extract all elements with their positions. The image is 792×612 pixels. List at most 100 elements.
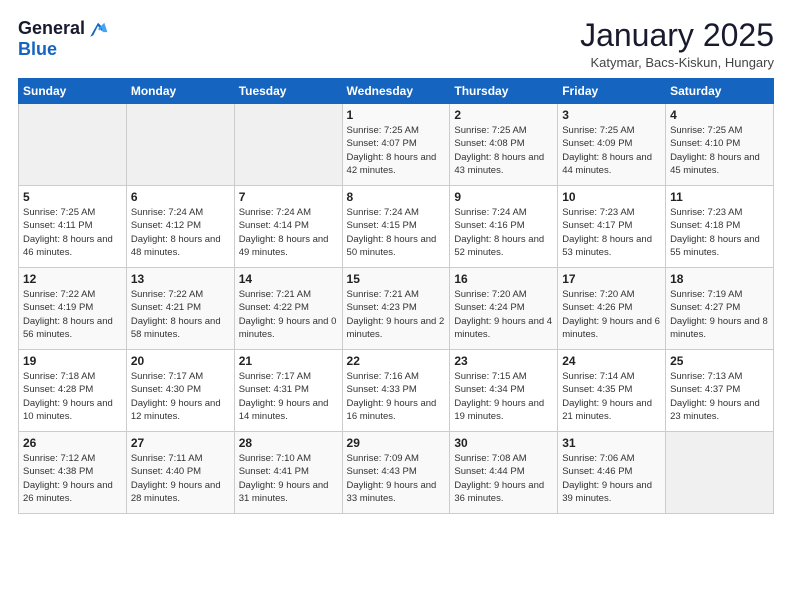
day-number: 7 <box>239 190 338 204</box>
calendar-cell: 29 Sunrise: 7:09 AM Sunset: 4:43 PM Dayli… <box>342 432 450 514</box>
day-number: 12 <box>23 272 122 286</box>
day-info: Sunrise: 7:25 AM Sunset: 4:11 PM Dayligh… <box>23 206 122 259</box>
day-number: 8 <box>347 190 446 204</box>
calendar-cell: 24 Sunrise: 7:14 AM Sunset: 4:35 PM Dayli… <box>558 350 666 432</box>
day-info: Sunrise: 7:25 AM Sunset: 4:09 PM Dayligh… <box>562 124 661 177</box>
day-info: Sunrise: 7:23 AM Sunset: 4:18 PM Dayligh… <box>670 206 769 259</box>
day-number: 14 <box>239 272 338 286</box>
day-number: 5 <box>23 190 122 204</box>
day-number: 20 <box>131 354 230 368</box>
calendar-day-header: Monday <box>126 79 234 104</box>
day-number: 24 <box>562 354 661 368</box>
calendar-cell: 25Sunrise: 7:13 AM Sunset: 4:37 PM Dayli… <box>666 350 774 432</box>
calendar-week-row: 1Sunrise: 7:25 AM Sunset: 4:07 PM Daylig… <box>19 104 774 186</box>
calendar-cell: 3 Sunrise: 7:25 AM Sunset: 4:09 PM Daylig… <box>558 104 666 186</box>
page: General Blue January 2025 Katymar, Bacs-… <box>0 0 792 612</box>
calendar-cell: 19Sunrise: 7:18 AM Sunset: 4:28 PM Dayli… <box>19 350 127 432</box>
day-number: 10 <box>562 190 661 204</box>
day-info: Sunrise: 7:24 AM Sunset: 4:12 PM Dayligh… <box>131 206 230 259</box>
day-info: Sunrise: 7:16 AM Sunset: 4:33 PM Dayligh… <box>347 370 446 423</box>
calendar-cell: 7Sunrise: 7:24 AM Sunset: 4:14 PM Daylig… <box>234 186 342 268</box>
day-number: 4 <box>670 108 769 122</box>
logo: General Blue <box>18 18 109 60</box>
calendar-cell: 14Sunrise: 7:21 AM Sunset: 4:22 PM Dayli… <box>234 268 342 350</box>
calendar-cell: 8Sunrise: 7:24 AM Sunset: 4:15 PM Daylig… <box>342 186 450 268</box>
day-info: Sunrise: 7:23 AM Sunset: 4:17 PM Dayligh… <box>562 206 661 259</box>
calendar-cell: 2 Sunrise: 7:25 AM Sunset: 4:08 PM Daylig… <box>450 104 558 186</box>
day-info: Sunrise: 7:17 AM Sunset: 4:30 PM Dayligh… <box>131 370 230 423</box>
calendar-cell: 15 Sunrise: 7:21 AM Sunset: 4:23 PM Dayli… <box>342 268 450 350</box>
day-info: Sunrise: 7:14 AM Sunset: 4:35 PM Dayligh… <box>562 370 661 423</box>
day-info: Sunrise: 7:25 AM Sunset: 4:10 PM Dayligh… <box>670 124 769 177</box>
month-title: January 2025 <box>580 18 774 53</box>
calendar-week-row: 26 Sunrise: 7:12 AM Sunset: 4:38 PM Dayli… <box>19 432 774 514</box>
day-number: 28 <box>239 436 338 450</box>
calendar-day-header: Sunday <box>19 79 127 104</box>
day-number: 16 <box>454 272 553 286</box>
day-info: Sunrise: 7:19 AM Sunset: 4:27 PM Dayligh… <box>670 288 769 341</box>
day-info: Sunrise: 7:08 AM Sunset: 4:44 PM Dayligh… <box>454 452 553 505</box>
calendar-cell: 12Sunrise: 7:22 AM Sunset: 4:19 PM Dayli… <box>19 268 127 350</box>
day-info: Sunrise: 7:17 AM Sunset: 4:31 PM Dayligh… <box>239 370 338 423</box>
logo-icon <box>87 18 109 40</box>
day-info: Sunrise: 7:24 AM Sunset: 4:16 PM Dayligh… <box>454 206 553 259</box>
calendar-cell: 9 Sunrise: 7:24 AM Sunset: 4:16 PM Daylig… <box>450 186 558 268</box>
calendar-cell: 16 Sunrise: 7:20 AM Sunset: 4:24 PM Dayli… <box>450 268 558 350</box>
calendar-cell <box>234 104 342 186</box>
day-number: 23 <box>454 354 553 368</box>
calendar-cell: 10 Sunrise: 7:23 AM Sunset: 4:17 PM Dayli… <box>558 186 666 268</box>
logo-general: General <box>18 19 85 39</box>
day-number: 27 <box>131 436 230 450</box>
calendar-cell: 11 Sunrise: 7:23 AM Sunset: 4:18 PM Dayli… <box>666 186 774 268</box>
day-info: Sunrise: 7:15 AM Sunset: 4:34 PM Dayligh… <box>454 370 553 423</box>
calendar-cell: 30 Sunrise: 7:08 AM Sunset: 4:44 PM Dayli… <box>450 432 558 514</box>
day-info: Sunrise: 7:22 AM Sunset: 4:21 PM Dayligh… <box>131 288 230 341</box>
calendar-cell: 27 Sunrise: 7:11 AM Sunset: 4:40 PM Dayli… <box>126 432 234 514</box>
calendar-cell <box>19 104 127 186</box>
calendar-day-header: Friday <box>558 79 666 104</box>
calendar-cell: 13 Sunrise: 7:22 AM Sunset: 4:21 PM Dayli… <box>126 268 234 350</box>
calendar-day-header: Tuesday <box>234 79 342 104</box>
calendar-cell: 1Sunrise: 7:25 AM Sunset: 4:07 PM Daylig… <box>342 104 450 186</box>
calendar-week-row: 19Sunrise: 7:18 AM Sunset: 4:28 PM Dayli… <box>19 350 774 432</box>
day-number: 11 <box>670 190 769 204</box>
day-info: Sunrise: 7:13 AM Sunset: 4:37 PM Dayligh… <box>670 370 769 423</box>
day-number: 31 <box>562 436 661 450</box>
day-number: 9 <box>454 190 553 204</box>
calendar-cell: 26 Sunrise: 7:12 AM Sunset: 4:38 PM Dayli… <box>19 432 127 514</box>
calendar-header-row: SundayMondayTuesdayWednesdayThursdayFrid… <box>19 79 774 104</box>
day-number: 21 <box>239 354 338 368</box>
calendar-cell: 20 Sunrise: 7:17 AM Sunset: 4:30 PM Dayli… <box>126 350 234 432</box>
day-number: 1 <box>347 108 446 122</box>
location: Katymar, Bacs-Kiskun, Hungary <box>580 55 774 70</box>
calendar-cell: 23 Sunrise: 7:15 AM Sunset: 4:34 PM Dayli… <box>450 350 558 432</box>
calendar-week-row: 5 Sunrise: 7:25 AM Sunset: 4:11 PM Daylig… <box>19 186 774 268</box>
day-info: Sunrise: 7:20 AM Sunset: 4:26 PM Dayligh… <box>562 288 661 341</box>
day-number: 15 <box>347 272 446 286</box>
day-info: Sunrise: 7:12 AM Sunset: 4:38 PM Dayligh… <box>23 452 122 505</box>
calendar-cell: 6Sunrise: 7:24 AM Sunset: 4:12 PM Daylig… <box>126 186 234 268</box>
day-info: Sunrise: 7:18 AM Sunset: 4:28 PM Dayligh… <box>23 370 122 423</box>
calendar-day-header: Wednesday <box>342 79 450 104</box>
day-number: 30 <box>454 436 553 450</box>
day-number: 2 <box>454 108 553 122</box>
day-number: 17 <box>562 272 661 286</box>
day-number: 22 <box>347 354 446 368</box>
calendar-cell <box>126 104 234 186</box>
day-info: Sunrise: 7:25 AM Sunset: 4:08 PM Dayligh… <box>454 124 553 177</box>
day-info: Sunrise: 7:09 AM Sunset: 4:43 PM Dayligh… <box>347 452 446 505</box>
calendar: SundayMondayTuesdayWednesdayThursdayFrid… <box>18 78 774 514</box>
calendar-cell: 17 Sunrise: 7:20 AM Sunset: 4:26 PM Dayli… <box>558 268 666 350</box>
day-info: Sunrise: 7:20 AM Sunset: 4:24 PM Dayligh… <box>454 288 553 341</box>
calendar-cell: 18 Sunrise: 7:19 AM Sunset: 4:27 PM Dayli… <box>666 268 774 350</box>
day-number: 13 <box>131 272 230 286</box>
calendar-cell: 31Sunrise: 7:06 AM Sunset: 4:46 PM Dayli… <box>558 432 666 514</box>
day-number: 29 <box>347 436 446 450</box>
day-number: 3 <box>562 108 661 122</box>
day-info: Sunrise: 7:21 AM Sunset: 4:23 PM Dayligh… <box>347 288 446 341</box>
day-info: Sunrise: 7:11 AM Sunset: 4:40 PM Dayligh… <box>131 452 230 505</box>
calendar-cell: 4 Sunrise: 7:25 AM Sunset: 4:10 PM Daylig… <box>666 104 774 186</box>
day-number: 26 <box>23 436 122 450</box>
calendar-cell: 21 Sunrise: 7:17 AM Sunset: 4:31 PM Dayli… <box>234 350 342 432</box>
day-number: 18 <box>670 272 769 286</box>
